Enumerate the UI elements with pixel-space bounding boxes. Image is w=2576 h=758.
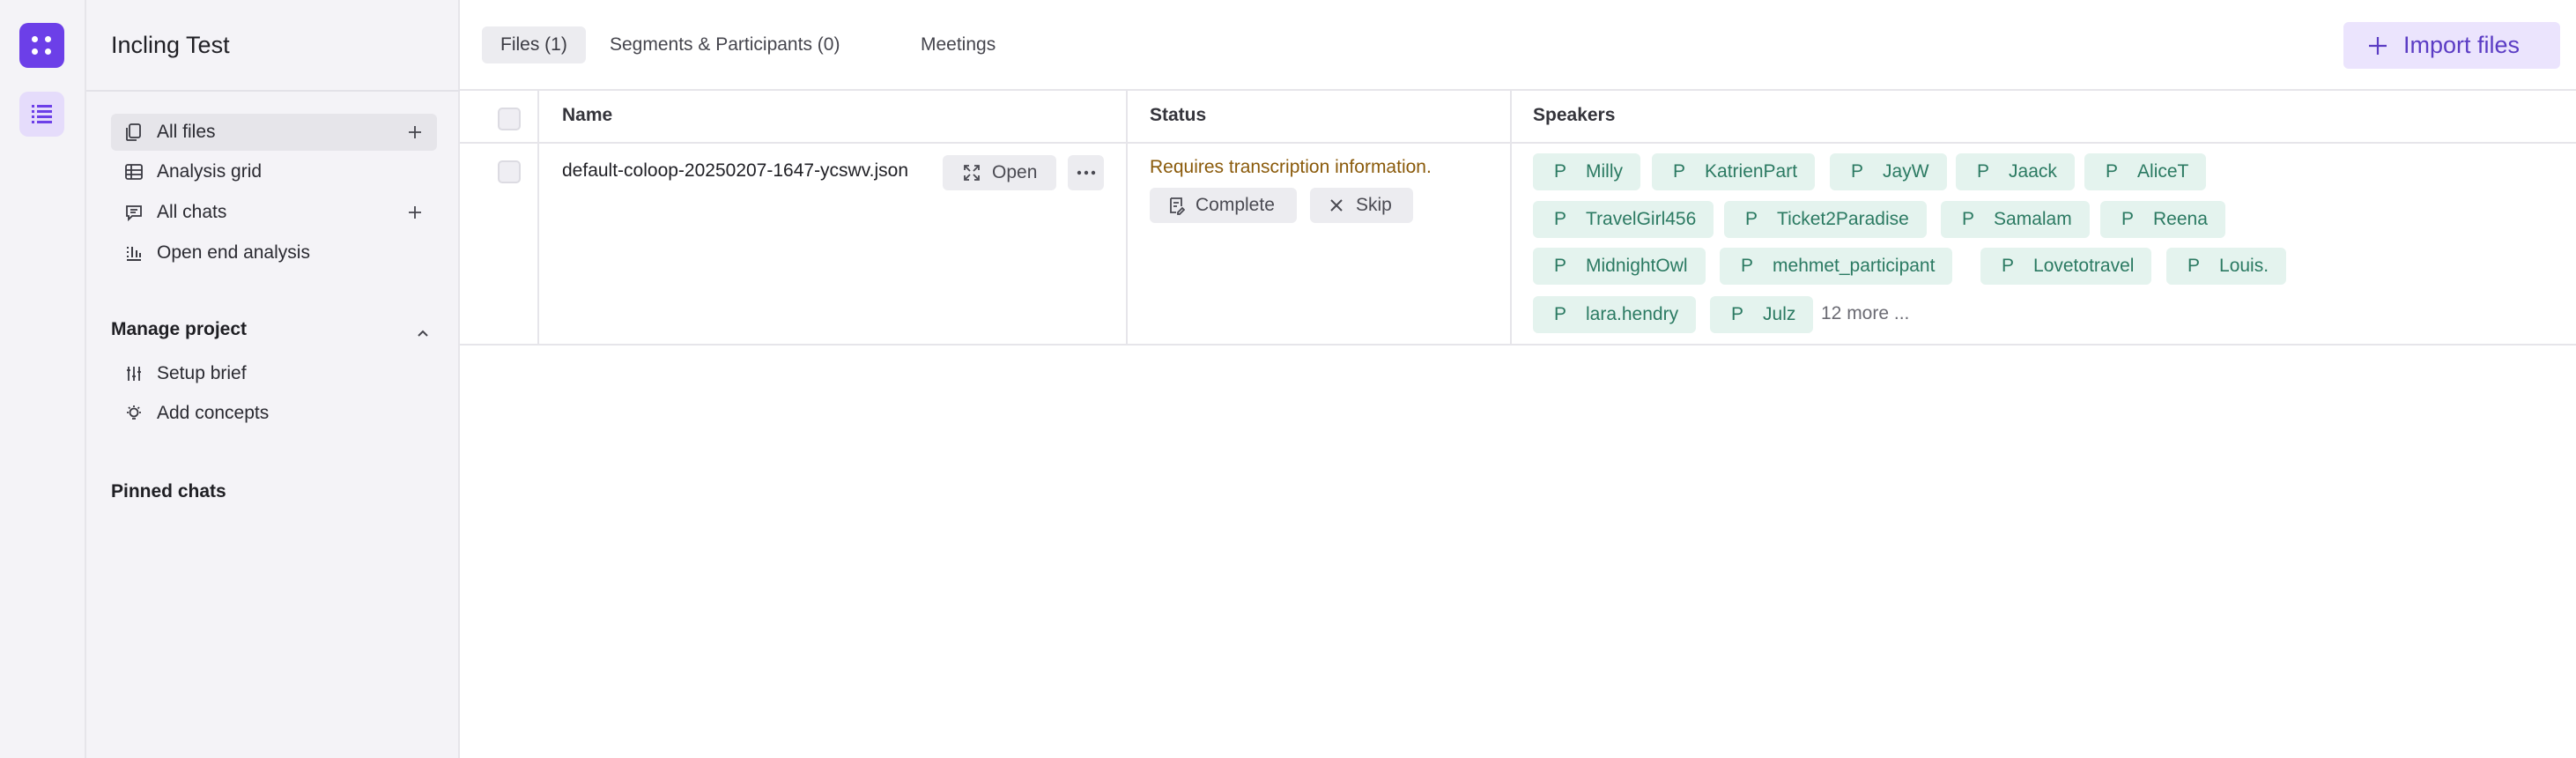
speaker-chip[interactable]: P Reena [2100, 201, 2225, 238]
sidebar-item-label: All chats [157, 202, 227, 222]
manage-project-heading[interactable]: Manage project [111, 319, 247, 340]
speaker-chip[interactable]: P JayW [1830, 153, 1947, 190]
plus-icon [2369, 36, 2387, 55]
bars-icon [123, 242, 144, 264]
sidebar-item-open-end-analysis[interactable]: Open end analysis [111, 234, 437, 271]
skip-label: Skip [1356, 195, 1392, 215]
sidebar-item-all-files[interactable]: All files [111, 114, 437, 151]
speaker-chip[interactable]: P Lovetotravel [1980, 248, 2152, 285]
sidebar-item-analysis-grid[interactable]: Analysis grid [111, 153, 437, 190]
table-icon [123, 161, 144, 182]
import-files-button[interactable]: Import files [2343, 22, 2560, 69]
more-options-button[interactable] [1068, 155, 1104, 190]
files-icon [123, 122, 144, 143]
open-file-button[interactable]: Open [943, 155, 1056, 190]
speaker-chip[interactable]: Plara.hendry [1533, 296, 1697, 333]
speaker-chip[interactable]: P Julz [1710, 296, 1814, 333]
sliders-icon [123, 363, 144, 384]
chat-icon [123, 202, 144, 223]
sidebar-item-add-concepts[interactable]: Add concepts [111, 395, 437, 432]
list-grid-icon [32, 105, 52, 123]
status-text: Requires transcription information. [1150, 157, 1432, 177]
close-icon [1330, 199, 1343, 212]
speaker-chip[interactable]: P KatrienPart [1652, 153, 1816, 190]
tab-segments-participants[interactable]: Segments & Participants (0) [591, 26, 858, 63]
complete-label: Complete [1195, 195, 1275, 215]
project-sidebar: Incling Test All files Analysis grid All… [86, 0, 460, 758]
import-files-label: Import files [2403, 32, 2520, 58]
clipboard-edit-icon [1170, 197, 1185, 215]
column-header-name[interactable]: Name [562, 105, 612, 126]
sidebar-item-label: Setup brief [157, 363, 247, 383]
lightbulb-icon [123, 403, 144, 424]
app-logo[interactable] [19, 23, 64, 68]
expand-icon [964, 165, 980, 181]
speaker-chip[interactable]: P TravelGirl456 [1533, 201, 1714, 238]
add-chat-icon[interactable] [403, 201, 426, 224]
speaker-chip[interactable]: P Ticket2Paradise [1724, 201, 1927, 238]
sidebar-item-label: All files [157, 122, 216, 142]
add-file-icon[interactable] [403, 121, 426, 144]
more-speakers-link[interactable]: 12 more ... [1821, 303, 1909, 324]
column-header-status[interactable]: Status [1150, 105, 1206, 126]
open-label: Open [992, 162, 1038, 182]
table-header-row [460, 91, 2576, 144]
file-name[interactable]: default-coloop-20250207-1647-ycswv.json [562, 160, 908, 182]
speaker-chip[interactable]: P Samalam [1941, 201, 2090, 238]
row-checkbox[interactable] [498, 160, 521, 183]
chevron-up-icon[interactable] [412, 323, 433, 344]
sidebar-item-setup-brief[interactable]: Setup brief [111, 355, 437, 392]
column-header-speakers[interactable]: Speakers [1533, 105, 1615, 126]
tab-files[interactable]: Files (1) [482, 26, 586, 63]
skip-button[interactable]: Skip [1310, 188, 1413, 223]
speaker-chip[interactable]: P Louis. [2166, 248, 2287, 285]
ellipsis-icon [1077, 170, 1095, 175]
speaker-chip[interactable]: P Milly [1533, 153, 1641, 190]
sidebar-item-label: Analysis grid [157, 161, 263, 182]
speaker-chip[interactable]: P Jaack [1956, 153, 2075, 190]
main-content: Files (1) Segments & Participants (0) Me… [460, 0, 2576, 758]
sidebar-divider [86, 90, 460, 92]
analysis-rail-button[interactable] [19, 92, 64, 137]
app-rail [0, 0, 86, 758]
top-tabs-bar: Files (1) Segments & Participants (0) Me… [460, 0, 2576, 91]
project-title: Incling Test [111, 32, 230, 58]
sidebar-item-label: Add concepts [157, 403, 270, 423]
tab-meetings[interactable]: Meetings [902, 26, 1014, 63]
speaker-chip[interactable]: P MidnightOwl [1533, 248, 1706, 285]
speaker-chip[interactable]: Pmehmet_participant [1720, 248, 1953, 285]
select-all-checkbox[interactable] [498, 108, 521, 130]
speaker-chip[interactable]: P AliceT [2084, 153, 2207, 190]
sidebar-item-all-chats[interactable]: All chats [111, 194, 437, 231]
sidebar-item-label: Open end analysis [157, 242, 310, 263]
pinned-chats-heading: Pinned chats [111, 481, 226, 502]
complete-button[interactable]: Complete [1150, 188, 1297, 223]
